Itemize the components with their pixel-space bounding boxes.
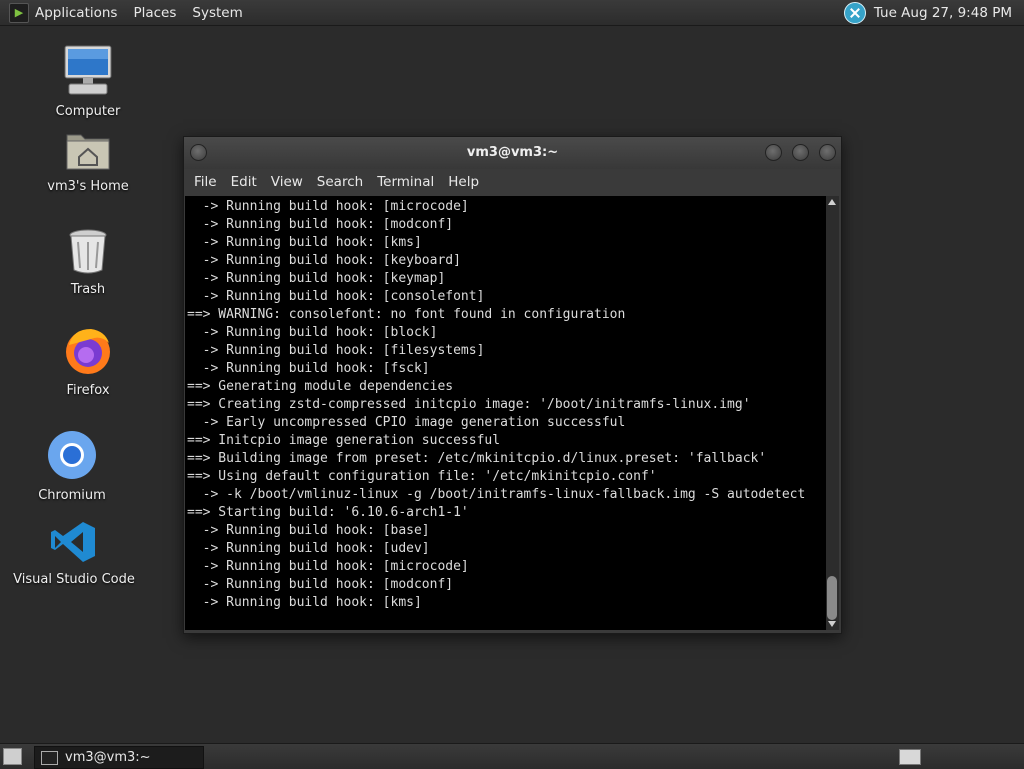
terminal-line: ==> Generating module dependencies (187, 379, 454, 394)
network-icon[interactable] (843, 1, 866, 24)
menu-edit[interactable]: Edit (231, 174, 257, 190)
maximize-button[interactable] (792, 144, 809, 161)
menu-file[interactable]: File (194, 174, 217, 190)
desktop-icon-label: Trash (70, 282, 106, 297)
terminal-line: ==> Creating zstd-compressed initcpio im… (187, 397, 751, 412)
terminal-line: ==> WARNING: consolefont: no font found … (187, 307, 626, 322)
desktop-icon-vscode[interactable]: Visual Studio Code (13, 520, 135, 587)
scroll-thumb[interactable] (827, 576, 837, 620)
desktop-icon-label: Chromium (38, 488, 106, 503)
terminal-line: ==> Initcpio image generation successful (187, 433, 501, 448)
taskbar-button-label: vm3@vm3:~ (65, 750, 151, 765)
terminal-line: -> Running build hook: [keymap] (187, 271, 446, 286)
terminal-line: -> Running build hook: [microcode] (187, 199, 469, 214)
menu-terminal[interactable]: Terminal (377, 174, 434, 190)
terminal-line: -> Running build hook: [modconf] (187, 217, 454, 232)
menu-view[interactable]: View (271, 174, 303, 190)
terminal-line: -> Running build hook: [kms] (187, 235, 422, 250)
terminal-icon (41, 750, 58, 765)
terminal-window[interactable]: vm3@vm3:~ File Edit View Search Terminal… (183, 136, 842, 634)
bottom-panel: vm3@vm3:~ (0, 743, 1024, 769)
home-folder-icon (65, 127, 111, 175)
desktop-icon-label: Computer (55, 104, 121, 119)
desktop-icon-firefox[interactable]: Firefox (28, 325, 148, 398)
terminal-line: -> Running build hook: [fsck] (187, 361, 430, 376)
scroll-up-arrow-icon[interactable] (828, 199, 836, 205)
firefox-icon (63, 325, 113, 379)
terminal-line: -> Running build hook: [udev] (187, 541, 430, 556)
menu-help[interactable]: Help (448, 174, 479, 190)
close-button[interactable] (819, 144, 836, 161)
terminal-line: -> Running build hook: [kms] (187, 595, 422, 610)
taskbar-terminal-button[interactable]: vm3@vm3:~ (34, 746, 204, 769)
scroll-down-arrow-icon[interactable] (828, 621, 836, 627)
desktop-icon-home[interactable]: vm3's Home (28, 127, 148, 194)
vscode-icon (51, 520, 97, 568)
terminal-line: -> Running build hook: [filesystems] (187, 343, 485, 358)
computer-icon (63, 44, 113, 100)
terminal-titlebar[interactable]: vm3@vm3:~ (184, 137, 841, 169)
applications-menu[interactable]: Applications (35, 5, 117, 21)
terminal-output[interactable]: -> Running build hook: [microcode] -> Ru… (185, 196, 826, 630)
terminal-line: ==> Using default configuration file: '/… (187, 469, 657, 484)
minimize-button[interactable] (765, 144, 782, 161)
places-menu[interactable]: Places (133, 5, 176, 21)
chromium-icon (47, 430, 97, 484)
show-desktop-icon[interactable] (3, 748, 22, 765)
terminal-line: ==> Starting build: '6.10.6-arch1-1' (187, 505, 469, 520)
terminal-line: -> Running build hook: [keyboard] (187, 253, 461, 268)
terminal-line: -> Running build hook: [base] (187, 523, 430, 538)
terminal-scrollbar[interactable] (826, 196, 839, 630)
terminal-lines: -> Running build hook: [microcode] -> Ru… (187, 198, 805, 612)
desktop-icon-trash[interactable]: Trash (28, 228, 148, 297)
desktop-icon-label: Firefox (66, 383, 110, 398)
clock[interactable]: Tue Aug 27, 9:48 PM (874, 5, 1012, 21)
system-menu[interactable]: System (192, 5, 242, 21)
terminal-line: -> Early uncompressed CPIO image generat… (187, 415, 626, 430)
top-panel: ▶ Applications Places System Tue Aug 27,… (0, 0, 1024, 26)
desktop-icon-label: Visual Studio Code (13, 572, 135, 587)
terminal-line: -> Running build hook: [microcode] (187, 559, 469, 574)
applications-menu-icon[interactable]: ▶ (9, 2, 29, 23)
menu-search[interactable]: Search (317, 174, 363, 190)
desktop-icon-computer[interactable]: Computer (28, 44, 148, 119)
terminal-line: -> Running build hook: [modconf] (187, 577, 454, 592)
desktop-icon-chromium[interactable]: Chromium (12, 430, 132, 503)
terminal-line: -> Running build hook: [consolefont] (187, 289, 485, 304)
terminal-line: ==> Building image from preset: /etc/mki… (187, 451, 767, 466)
desktop-icon-label: vm3's Home (47, 179, 129, 194)
workspace-switcher[interactable] (899, 749, 921, 765)
terminal-line: -> Running build hook: [block] (187, 325, 438, 340)
terminal-line: -> -k /boot/vmlinuz-linux -g /boot/initr… (187, 487, 806, 502)
window-title: vm3@vm3:~ (466, 145, 559, 160)
trash-icon (68, 228, 108, 278)
panel-right-area: Tue Aug 27, 9:48 PM (843, 0, 1012, 25)
terminal-menubar: File Edit View Search Terminal Help (184, 169, 841, 195)
